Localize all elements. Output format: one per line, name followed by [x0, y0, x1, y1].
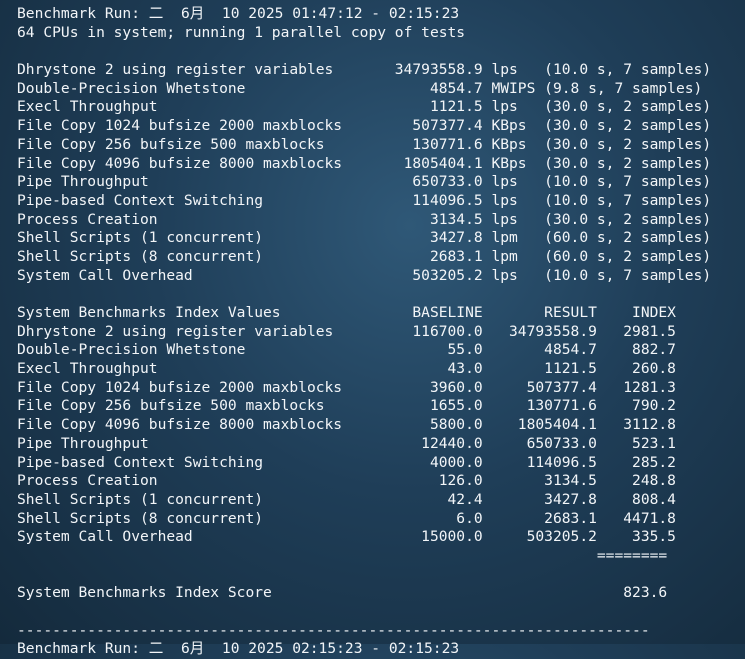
- results-block: Dhrystone 2 using register variables 347…: [17, 61, 737, 285]
- result-row: File Copy 4096 bufsize 8000 maxblocks 18…: [17, 154, 712, 172]
- index-row: Double-Precision Whetstone 55.0 4854.7 8…: [17, 341, 676, 359]
- index-score-line: System Benchmarks Index Score 823.6: [17, 584, 668, 602]
- index-row: File Copy 1024 bufsize 2000 maxblocks 39…: [17, 378, 676, 396]
- index-row: Shell Scripts (8 concurrent) 6.0 2683.1 …: [17, 509, 676, 527]
- index-values-block: System Benchmarks Index Values BASELINE …: [17, 304, 737, 603]
- result-row: Double-Precision Whetstone 4854.7 MWIPS …: [17, 79, 703, 97]
- result-row: Shell Scripts (8 concurrent) 2683.1 lpm …: [17, 247, 712, 265]
- result-row: File Copy 1024 bufsize 2000 maxblocks 50…: [17, 117, 712, 135]
- result-row: Dhrystone 2 using register variables 347…: [17, 61, 712, 79]
- result-row: System Call Overhead 503205.2 lps (10.0 …: [17, 266, 712, 284]
- result-row: Process Creation 3134.5 lps (30.0 s, 2 s…: [17, 210, 712, 228]
- result-row: File Copy 256 bufsize 500 maxblocks 1307…: [17, 135, 712, 153]
- terminal-output: Benchmark Run: 二 6月 10 2025 01:47:12 - 0…: [17, 5, 737, 659]
- result-row: Pipe-based Context Switching 114096.5 lp…: [17, 191, 712, 209]
- index-row: File Copy 256 bufsize 500 maxblocks 1655…: [17, 397, 676, 415]
- index-row: Pipe-based Context Switching 4000.0 1140…: [17, 453, 676, 471]
- index-row: Execl Throughput 43.0 1121.5 260.8: [17, 360, 676, 378]
- index-row: System Call Overhead 15000.0 503205.2 33…: [17, 528, 676, 546]
- index-row: Shell Scripts (1 concurrent) 42.4 3427.8…: [17, 490, 676, 508]
- index-row: Dhrystone 2 using register variables 116…: [17, 322, 676, 340]
- index-row: Process Creation 126.0 3134.5 248.8: [17, 472, 676, 490]
- result-row: Execl Throughput 1121.5 lps (30.0 s, 2 s…: [17, 98, 712, 116]
- index-header-row: System Benchmarks Index Values BASELINE …: [17, 304, 676, 321]
- result-row: Pipe Throughput 650733.0 lps (10.0 s, 7 …: [17, 173, 712, 191]
- cpu-info-line: 64 CPUs in system; running 1 parallel co…: [17, 23, 466, 41]
- index-row: Pipe Throughput 12440.0 650733.0 523.1: [17, 434, 676, 452]
- index-separator: ========: [17, 546, 668, 564]
- result-row: Shell Scripts (1 concurrent) 3427.8 lpm …: [17, 229, 712, 247]
- benchmark-run-line: Benchmark Run: 二 6月 10 2025 01:47:12 - 0…: [17, 5, 460, 22]
- divider-line: ----------------------------------------…: [17, 621, 650, 639]
- index-row: File Copy 4096 bufsize 8000 maxblocks 58…: [17, 416, 676, 434]
- benchmark-run-line-footer: Benchmark Run: 二 6月 10 2025 02:15:23 - 0…: [17, 640, 460, 658]
